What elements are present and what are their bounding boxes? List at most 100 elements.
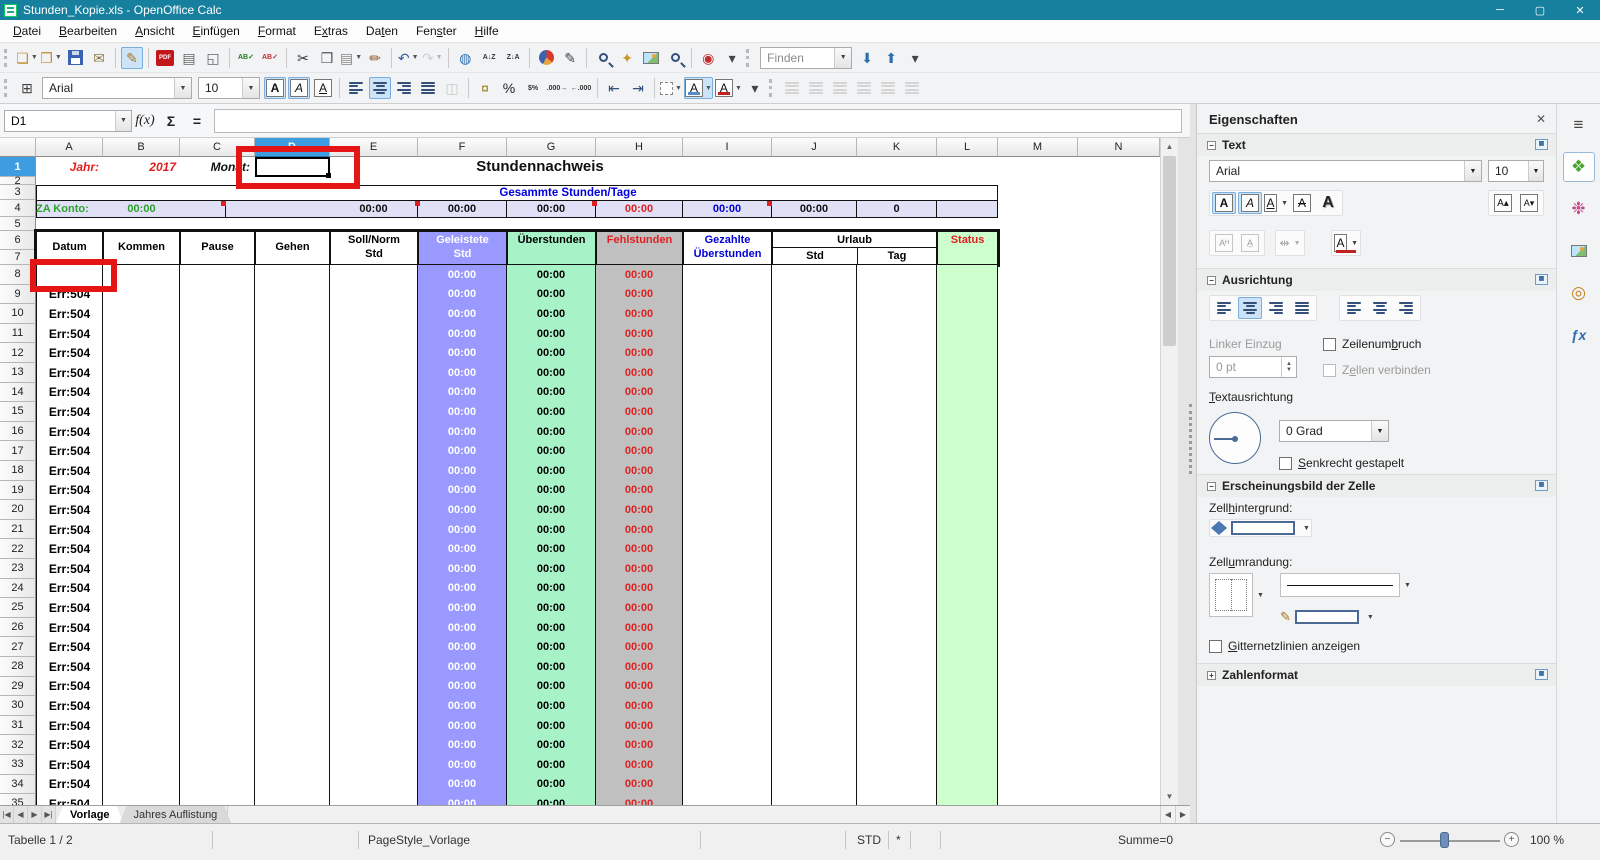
dropdown-icon[interactable]: ▼ bbox=[1528, 161, 1543, 181]
cell-k4[interactable]: 0 bbox=[857, 201, 937, 217]
cell-I23[interactable] bbox=[683, 559, 772, 580]
cell-J26[interactable] bbox=[772, 618, 857, 639]
sidebar-resize-grip[interactable] bbox=[1189, 404, 1192, 474]
column-header-J[interactable]: J bbox=[772, 138, 857, 157]
cell-K33[interactable] bbox=[857, 755, 937, 776]
cell-J19[interactable] bbox=[772, 481, 857, 502]
cell-D9[interactable] bbox=[255, 285, 330, 306]
cell-D31[interactable] bbox=[255, 716, 330, 737]
cell-F26[interactable]: 00:00 bbox=[418, 618, 507, 639]
header-gezahlte-ueberstunden[interactable]: GezahlteÜberstunden bbox=[683, 231, 772, 265]
cell-C12[interactable] bbox=[180, 343, 255, 364]
sidebar-close-icon[interactable]: ✕ bbox=[1536, 112, 1546, 126]
cell-G23[interactable]: 00:00 bbox=[507, 559, 596, 580]
cell-F27[interactable]: 00:00 bbox=[418, 637, 507, 658]
cell-G14[interactable]: 00:00 bbox=[507, 383, 596, 404]
copy-icon[interactable]: ❒ bbox=[316, 47, 338, 69]
cell-K18[interactable] bbox=[857, 461, 937, 482]
sidebar-gallery-icon[interactable] bbox=[1563, 236, 1595, 266]
rotation-degree-combo[interactable]: 0 Grad ▼ bbox=[1279, 420, 1389, 442]
function-wizard-icon[interactable]: f(x) bbox=[132, 109, 158, 133]
cell-H28[interactable]: 00:00 bbox=[596, 657, 683, 678]
format-paintbrush-icon[interactable]: ✏ bbox=[364, 47, 386, 69]
cell-E16[interactable] bbox=[330, 422, 418, 443]
character-spacing-icon[interactable]: ⇹▼ bbox=[1278, 232, 1302, 254]
cell-I27[interactable] bbox=[683, 637, 772, 658]
cell-H29[interactable]: 00:00 bbox=[596, 677, 683, 698]
cell-E30[interactable] bbox=[330, 696, 418, 717]
cell-L26[interactable] bbox=[937, 618, 998, 639]
cell-A34[interactable]: Err:504 bbox=[36, 775, 103, 796]
cell-H26[interactable]: 00:00 bbox=[596, 618, 683, 639]
cell-J31[interactable] bbox=[772, 716, 857, 737]
cell-F13[interactable]: 00:00 bbox=[418, 363, 507, 384]
cell-C34[interactable] bbox=[180, 775, 255, 796]
cell-F33[interactable]: 00:00 bbox=[418, 755, 507, 776]
cell-E28[interactable] bbox=[330, 657, 418, 678]
cell-A31[interactable]: Err:504 bbox=[36, 716, 103, 737]
cell-L12[interactable] bbox=[937, 343, 998, 364]
bold-icon[interactable]: A bbox=[264, 77, 286, 99]
cell-B35[interactable] bbox=[103, 794, 180, 805]
cell-K28[interactable] bbox=[857, 657, 937, 678]
open-icon[interactable]: ❐▼ bbox=[40, 47, 62, 69]
cell-A12[interactable]: Err:504 bbox=[36, 343, 103, 364]
cell-F34[interactable]: 00:00 bbox=[418, 775, 507, 796]
sidebar-navigator-icon[interactable]: ◎ bbox=[1563, 278, 1595, 308]
cell-I18[interactable] bbox=[683, 461, 772, 482]
cell-D26[interactable] bbox=[255, 618, 330, 639]
menu-hilfe[interactable]: Hilfe bbox=[466, 21, 508, 41]
cell-K25[interactable] bbox=[857, 598, 937, 619]
row-header-11[interactable]: 11 bbox=[0, 324, 36, 344]
cell-F24[interactable]: 00:00 bbox=[418, 579, 507, 600]
cell-I31[interactable] bbox=[683, 716, 772, 737]
cell-E35[interactable] bbox=[330, 794, 418, 805]
cell-I35[interactable] bbox=[683, 794, 772, 805]
cell-background-color-picker[interactable]: ▼ bbox=[1209, 519, 1312, 537]
column-header-G[interactable]: G bbox=[507, 138, 596, 157]
draw-functions-icon[interactable]: ✎ bbox=[559, 47, 581, 69]
cell-D30[interactable] bbox=[255, 696, 330, 717]
help-icon[interactable]: ◉ bbox=[697, 47, 719, 69]
cell-B34[interactable] bbox=[103, 775, 180, 796]
cell-C20[interactable] bbox=[180, 500, 255, 521]
row-header-20[interactable]: 20 bbox=[0, 500, 36, 520]
first-sheet-icon[interactable]: |◀ bbox=[0, 806, 14, 823]
cell-J29[interactable] bbox=[772, 677, 857, 698]
cell-G26[interactable]: 00:00 bbox=[507, 618, 596, 639]
cell-E13[interactable] bbox=[330, 363, 418, 384]
cell-F32[interactable]: 00:00 bbox=[418, 735, 507, 756]
cell-H8[interactable]: 00:00 bbox=[596, 265, 683, 286]
cell-C23[interactable] bbox=[180, 559, 255, 580]
dropdown-icon[interactable]: ▼ bbox=[705, 85, 712, 92]
row-header-23[interactable]: 23 bbox=[0, 559, 36, 579]
sidebar-align-top-icon[interactable] bbox=[1342, 297, 1366, 319]
cell-G19[interactable]: 00:00 bbox=[507, 481, 596, 502]
horizontal-scrollbar[interactable] bbox=[227, 806, 1160, 823]
zoom-slider[interactable] bbox=[1440, 832, 1449, 848]
cell-B17[interactable] bbox=[103, 441, 180, 462]
cell-F12[interactable]: 00:00 bbox=[418, 343, 507, 364]
cell-B16[interactable] bbox=[103, 422, 180, 443]
section-header-alignment[interactable]: − Ausrichtung ▦ bbox=[1197, 268, 1556, 291]
cell-G22[interactable]: 00:00 bbox=[507, 539, 596, 560]
cell-I34[interactable] bbox=[683, 775, 772, 796]
cell-B31[interactable] bbox=[103, 716, 180, 737]
cell-J24[interactable] bbox=[772, 579, 857, 600]
cell-L25[interactable] bbox=[937, 598, 998, 619]
underline-icon[interactable]: A bbox=[312, 77, 334, 99]
cell-K21[interactable] bbox=[857, 520, 937, 541]
cell-G30[interactable]: 00:00 bbox=[507, 696, 596, 717]
sidebar-shadow-icon[interactable]: A bbox=[1316, 192, 1340, 214]
email-icon[interactable]: ✉ bbox=[88, 47, 110, 69]
cell-H15[interactable]: 00:00 bbox=[596, 402, 683, 423]
cell-F16[interactable]: 00:00 bbox=[418, 422, 507, 443]
cell-C15[interactable] bbox=[180, 402, 255, 423]
cell-C17[interactable] bbox=[180, 441, 255, 462]
cell-B24[interactable] bbox=[103, 579, 180, 600]
cell-D8[interactable] bbox=[255, 265, 330, 286]
cell-C16[interactable] bbox=[180, 422, 255, 443]
next-sheet-icon[interactable]: ▶ bbox=[28, 806, 42, 823]
cell-J22[interactable] bbox=[772, 539, 857, 560]
cell-G27[interactable]: 00:00 bbox=[507, 637, 596, 658]
